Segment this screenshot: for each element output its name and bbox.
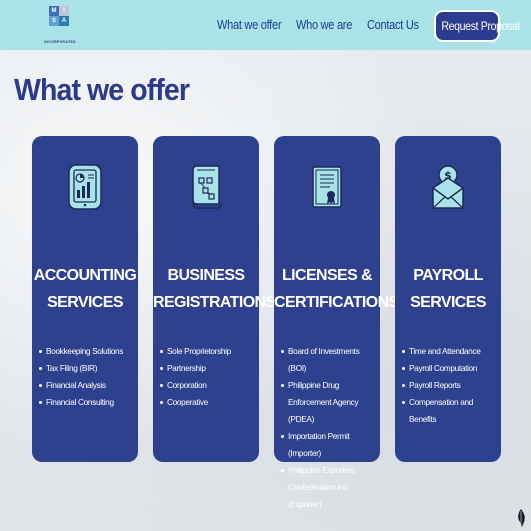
- list-item: Cooperative: [160, 394, 256, 411]
- card-title-line: PAYROLL: [413, 267, 483, 284]
- list-item: Time and Attendance: [402, 343, 498, 360]
- card-title: LICENSES & CERTIFICATIONS: [274, 262, 399, 316]
- logo-letter: I: [59, 6, 69, 16]
- card-title: PAYROLL SERVICES: [395, 262, 501, 316]
- business-blueprint-scroll-icon: [192, 165, 222, 209]
- logo-letter: A: [59, 16, 69, 26]
- service-card-licenses[interactable]: LICENSES & CERTIFICATIONS Board of Inves…: [274, 136, 399, 509]
- card-title-line: LICENSES &: [281, 267, 373, 284]
- list-item: Corporation: [160, 377, 256, 394]
- list-item: Financial Consulting: [39, 394, 135, 411]
- logo-letter: S: [49, 16, 59, 26]
- certificate-award-icon: [312, 166, 342, 208]
- list-item: Importation Permit (Importer): [281, 428, 377, 462]
- service-card-payroll[interactable]: $ PAYROLL SERVICES Time and Attendance P…: [395, 136, 501, 462]
- feather-quill-icon: [518, 509, 525, 527]
- list-item: Philippine Drug Enforcement Agency (PDEA…: [281, 377, 377, 428]
- list-item: Board of Investments (BOI): [281, 343, 377, 377]
- site-header: M I S A INCORPORATED What we offer Who w…: [0, 0, 531, 50]
- card-title: ACCOUNTING SERVICES: [32, 262, 138, 316]
- list-item: Partnership: [160, 360, 256, 377]
- card-title-line: CERTIFICATIONS: [274, 294, 399, 311]
- service-card-business[interactable]: BUSINESS REGISTRATIONS Sole Proprietorsh…: [153, 136, 276, 462]
- nav-contact-us[interactable]: Contact Us: [367, 18, 419, 32]
- list-item: Tax Filing (BIR): [39, 360, 135, 377]
- list-item: Financial Analysis: [39, 377, 135, 394]
- request-proposal-button[interactable]: Request Proposal: [434, 10, 520, 42]
- service-list: Sole Proprietorship Partnership Corporat…: [160, 343, 256, 411]
- card-title-line: SERVICES: [47, 294, 123, 311]
- service-list: Time and Attendance Payroll Computation …: [402, 343, 498, 428]
- list-item: Bookkeeping Solutions: [39, 343, 135, 360]
- accounting-tablet-chart-icon: [68, 164, 102, 210]
- card-title-line: BUSINESS: [167, 267, 246, 284]
- company-logo[interactable]: M I S A: [48, 5, 70, 37]
- logo-subtitle: INCORPORATED: [44, 40, 76, 44]
- service-list: Board of Investments (BOI) Philippine Dr…: [281, 343, 377, 513]
- card-title-line: ACCOUNTING: [33, 267, 137, 284]
- list-item: Compensation and Benefits: [402, 394, 498, 428]
- nav-what-we-offer[interactable]: What we offer: [217, 18, 282, 32]
- list-item: Sole Proprietorship: [160, 343, 256, 360]
- payroll-envelope-dollar-icon: $: [432, 165, 464, 209]
- card-title-line: REGISTRATIONS: [153, 294, 276, 311]
- card-title: BUSINESS REGISTRATIONS: [153, 262, 276, 316]
- list-item: Philippine Exporters Confederation Inc. …: [281, 462, 377, 513]
- service-list: Bookkeeping Solutions Tax Filing (BIR) F…: [39, 343, 135, 411]
- list-item: Payroll Computation: [402, 360, 498, 377]
- nav-who-we-are[interactable]: Who we are: [296, 18, 352, 32]
- page-title: What we offer: [14, 72, 190, 107]
- list-item: Payroll Reports: [402, 377, 498, 394]
- card-title-line: SERVICES: [410, 294, 486, 311]
- service-card-accounting[interactable]: ACCOUNTING SERVICES Bookkeeping Solution…: [32, 136, 138, 462]
- logo-letter: M: [49, 6, 59, 16]
- request-proposal-label: Request Proposal: [441, 19, 520, 33]
